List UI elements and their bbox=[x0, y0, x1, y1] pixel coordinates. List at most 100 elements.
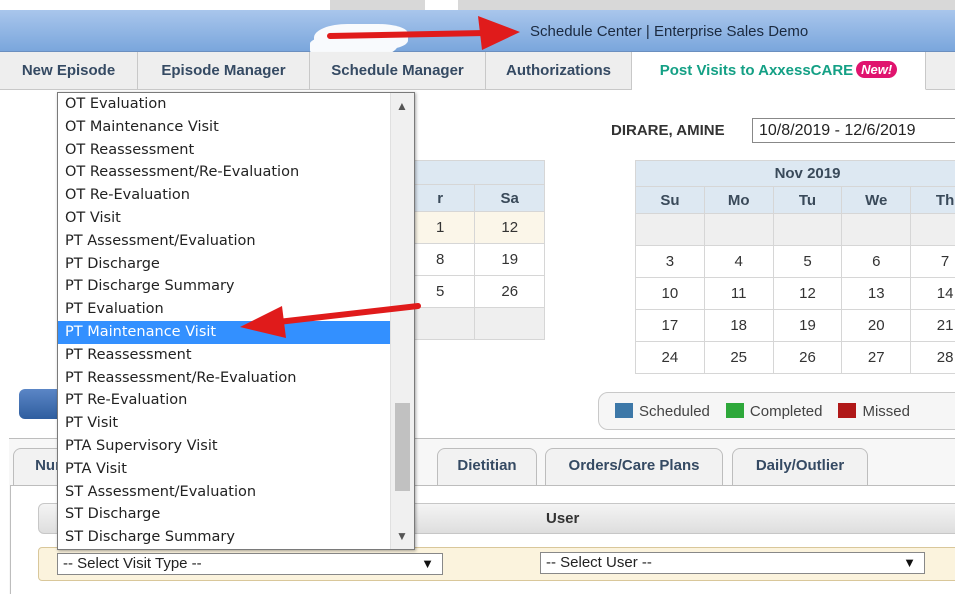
visit-status-legend: Scheduled Completed Missed bbox=[598, 392, 955, 430]
dropdown-triangle-icon: ▼ bbox=[903, 555, 916, 570]
legend-completed: Completed bbox=[725, 402, 823, 420]
tab-orders-care-plans[interactable]: Orders/Care Plans bbox=[545, 448, 723, 486]
calendar-day[interactable]: 25 bbox=[703, 341, 774, 374]
calendar-day bbox=[635, 213, 705, 246]
triangle-up-icon[interactable]: ▲ bbox=[396, 99, 408, 113]
completed-swatch bbox=[725, 402, 744, 418]
day-header: Th bbox=[910, 186, 955, 214]
visit-type-option[interactable]: PT Evaluation bbox=[58, 298, 412, 321]
dropdown-scrollbar[interactable]: ▲ ▼ bbox=[390, 93, 414, 549]
calendar-day[interactable]: 8 bbox=[404, 243, 476, 276]
visit-type-option[interactable]: PT Discharge bbox=[58, 253, 412, 276]
nav-authorizations[interactable]: Authorizations bbox=[486, 52, 632, 90]
visit-type-option[interactable]: OT Re-Evaluation bbox=[58, 184, 412, 207]
tab-daily-outlier[interactable]: Daily/Outlier bbox=[732, 448, 868, 486]
calendar-day bbox=[841, 213, 912, 246]
visit-type-option[interactable]: PT Reassessment bbox=[58, 344, 412, 367]
window-title: Schedule Center | Enterprise Sales Demo bbox=[530, 23, 809, 40]
visit-type-option[interactable]: ST Discharge Summary bbox=[58, 526, 412, 549]
missed-swatch bbox=[838, 402, 857, 418]
visit-type-options: OT Evaluation OT Maintenance Visit OT Reas… bbox=[58, 93, 412, 549]
calendar-day[interactable]: 17 bbox=[635, 309, 705, 342]
calendar-day[interactable]: 11 bbox=[703, 277, 774, 310]
calendar-day[interactable]: 5 bbox=[772, 245, 843, 278]
calendar-day bbox=[703, 213, 774, 246]
visit-type-option[interactable]: OT Maintenance Visit bbox=[58, 116, 412, 139]
triangle-down-icon[interactable]: ▼ bbox=[396, 529, 408, 543]
calendar-day bbox=[772, 213, 843, 246]
calendar-day bbox=[474, 307, 545, 340]
calendar-day[interactable]: 19 bbox=[772, 309, 843, 342]
calendar-day[interactable]: 12 bbox=[772, 277, 843, 310]
visit-type-option[interactable]: PTA Supervisory Visit bbox=[58, 435, 412, 458]
calendar-day[interactable]: 26 bbox=[474, 275, 545, 308]
visit-type-option[interactable]: ST Discharge bbox=[58, 503, 412, 526]
tab-dietitian[interactable]: Dietitian bbox=[437, 448, 537, 486]
visit-type-option[interactable]: OT Reassessment bbox=[58, 139, 412, 162]
day-header: Sa bbox=[474, 184, 545, 212]
patient-name: DIRARE, AMINE bbox=[611, 122, 725, 139]
visit-type-option[interactable]: PT Re-Evaluation bbox=[58, 389, 412, 412]
day-header: Mo bbox=[703, 186, 774, 214]
calendar-day[interactable]: 14 bbox=[910, 277, 955, 310]
browser-tab[interactable] bbox=[330, 0, 425, 10]
nav-new-episode[interactable]: New Episode bbox=[0, 52, 138, 90]
user-select-value: -- Select User -- bbox=[546, 554, 652, 571]
scheduled-swatch bbox=[615, 402, 633, 418]
calendar-day[interactable]: 4 bbox=[703, 245, 774, 278]
new-badge: New! bbox=[856, 61, 898, 78]
visit-type-option[interactable]: PT Reassessment/Re-Evaluation bbox=[58, 367, 412, 390]
calendar-day[interactable]: 27 bbox=[841, 341, 912, 374]
legend-missed: Missed bbox=[838, 402, 910, 420]
nav-post-visits-axxesscare[interactable]: Post Visits to AxxessCARE New! bbox=[632, 52, 926, 90]
calendar-day[interactable]: 28 bbox=[910, 341, 955, 374]
user-column-header: User bbox=[546, 510, 580, 527]
calendar-day[interactable]: 13 bbox=[841, 277, 912, 310]
calendar-october: r Sa 1 12 8 19 5 26 bbox=[404, 160, 545, 340]
calendar-day[interactable]: 18 bbox=[703, 309, 774, 342]
nav-post-visits-label: Post Visits to AxxessCARE bbox=[659, 62, 854, 79]
scrollbar-thumb[interactable] bbox=[395, 403, 410, 491]
day-header: r bbox=[404, 184, 476, 212]
browser-tab[interactable] bbox=[458, 0, 955, 10]
nav-schedule-manager[interactable]: Schedule Manager bbox=[310, 52, 486, 90]
dropdown-triangle-icon: ▼ bbox=[421, 556, 434, 571]
main-nav: New Episode Episode Manager Schedule Man… bbox=[0, 52, 955, 90]
legend-label: Missed bbox=[862, 402, 910, 420]
visit-type-option[interactable]: OT Reassessment/Re-Evaluation bbox=[58, 161, 412, 184]
visit-type-select[interactable]: -- Select Visit Type -- ▼ bbox=[57, 553, 443, 575]
window-titlebar: Schedule Center | Enterprise Sales Demo bbox=[0, 10, 955, 58]
calendar-day[interactable]: 6 bbox=[841, 245, 912, 278]
calendar-day[interactable]: 10 bbox=[635, 277, 705, 310]
day-header: We bbox=[841, 186, 912, 214]
day-header: Tu bbox=[772, 186, 843, 214]
episode-date-range-select[interactable]: 10/8/2019 - 12/6/2019 bbox=[752, 118, 955, 143]
visit-type-option[interactable]: OT Visit bbox=[58, 207, 412, 230]
calendar-day[interactable]: 20 bbox=[841, 309, 912, 342]
calendar-day[interactable]: 3 bbox=[635, 245, 705, 278]
visit-type-option[interactable]: PT Visit bbox=[58, 412, 412, 435]
legend-scheduled: Scheduled bbox=[615, 402, 710, 420]
legend-label: Completed bbox=[749, 402, 823, 420]
visit-type-option[interactable]: PT Discharge Summary bbox=[58, 275, 412, 298]
calendar-day bbox=[910, 213, 955, 246]
calendar-day[interactable]: 5 bbox=[404, 275, 476, 308]
visit-type-option[interactable]: OT Evaluation bbox=[58, 93, 412, 116]
visit-type-option[interactable]: ST Assessment/Evaluation bbox=[58, 481, 412, 504]
calendar-day[interactable]: 7 bbox=[910, 245, 955, 278]
calendar-day[interactable]: 21 bbox=[910, 309, 955, 342]
nav-episode-manager[interactable]: Episode Manager bbox=[138, 52, 310, 90]
calendar-day[interactable]: 1 bbox=[404, 211, 476, 244]
visit-type-value: -- Select Visit Type -- bbox=[63, 555, 202, 572]
visit-type-option[interactable]: PT Maintenance Visit bbox=[58, 320, 412, 344]
calendar-day[interactable]: 24 bbox=[635, 341, 705, 374]
visit-type-option[interactable]: PT Assessment/Evaluation bbox=[58, 230, 412, 253]
calendar-day[interactable]: 26 bbox=[772, 341, 843, 374]
visit-type-dropdown-list[interactable]: OT Evaluation OT Maintenance Visit OT Reas… bbox=[57, 92, 415, 550]
calendar-day[interactable]: 19 bbox=[474, 243, 545, 276]
user-select[interactable]: -- Select User -- ▼ bbox=[540, 552, 925, 574]
calendar-day[interactable]: 12 bbox=[474, 211, 545, 244]
calendar-month-title: Nov 2019 bbox=[635, 160, 955, 187]
calendar-month-header bbox=[405, 160, 545, 185]
visit-type-option[interactable]: PTA Visit bbox=[58, 458, 412, 481]
